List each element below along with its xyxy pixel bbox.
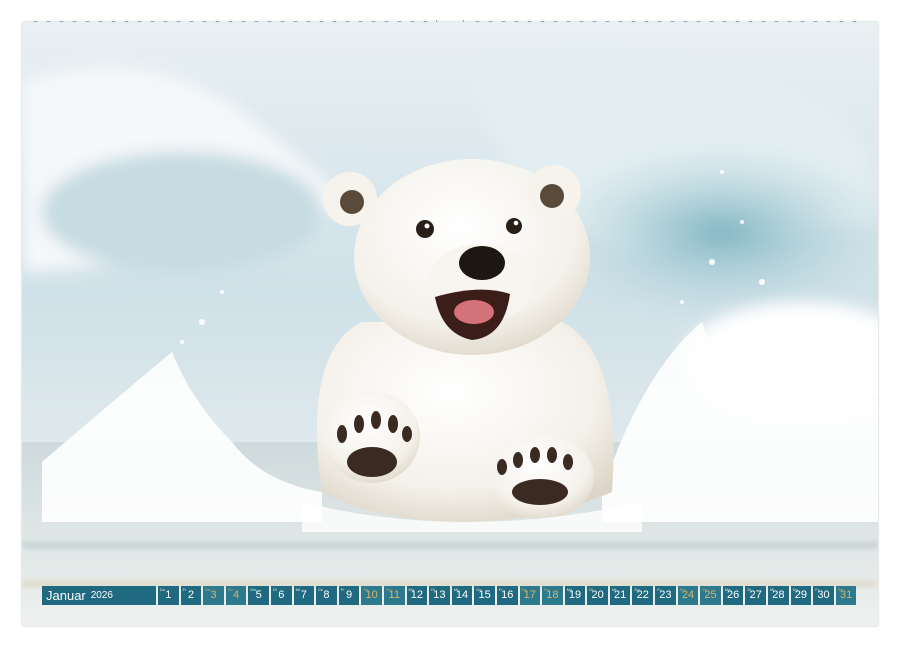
- weekday-label: Fr: [815, 587, 819, 592]
- day-cell: Fr 16: [496, 586, 518, 605]
- day-cell: Do 8: [316, 586, 337, 605]
- weekday-label: Mi: [770, 587, 775, 592]
- day-cell: Fr 2: [180, 586, 202, 605]
- day-cell: So 25: [700, 586, 721, 605]
- weekday-label: Sa: [837, 587, 843, 592]
- day-cell: Di 13: [429, 586, 450, 605]
- weekday-label: Di: [747, 587, 752, 592]
- day-cell: So 18: [542, 586, 563, 605]
- weekday-label: Sa: [521, 587, 527, 592]
- weekday-label: So: [385, 587, 391, 592]
- weekday-label: Di: [589, 587, 594, 592]
- day-cell: Do 15: [474, 586, 495, 605]
- day-cell: Di 6: [270, 586, 292, 605]
- day-cell: Mo 19: [564, 586, 586, 605]
- weekday-label: Mi: [611, 587, 617, 592]
- month-year: 2026: [90, 590, 113, 601]
- polar-bear-cub-illustration: [22, 22, 878, 626]
- weekday-label: Mo: [408, 587, 415, 592]
- weekday-label: Fr: [182, 587, 187, 592]
- weekday-label: Fr: [657, 587, 661, 592]
- calendar-strip: Januar 2026 Do 1 Fr 2 Sa 3 So 4 Mo 5 Di 6 Mi 7 Do 8 Fr 9 S…: [42, 586, 857, 605]
- day-cell: Mi 21: [609, 586, 631, 605]
- weekday-label: Mo: [566, 587, 573, 592]
- day-cell: Fr 23: [655, 586, 676, 605]
- day-cell: Fr 9: [338, 586, 360, 605]
- weekday-label: Sa: [679, 587, 685, 592]
- day-cell: Mi 14: [451, 586, 473, 605]
- day-cell: Mi 7: [293, 586, 315, 605]
- weekday-label: Di: [272, 587, 277, 592]
- weekday-label: Do: [318, 587, 324, 592]
- weekday-label: So: [702, 587, 708, 592]
- day-cell: Mo 12: [406, 586, 428, 605]
- weekday-label: Mo: [250, 587, 256, 592]
- weekday-label: Di: [431, 587, 435, 592]
- day-cell: Sa 24: [677, 586, 699, 605]
- day-cell: Do 22: [632, 586, 654, 605]
- weekday-label: So: [227, 587, 233, 592]
- weekday-label: Fr: [340, 587, 345, 592]
- day-cell: Sa 17: [519, 586, 541, 605]
- weekday-label: Mi: [453, 587, 458, 592]
- weekday-label: Sa: [363, 587, 369, 592]
- weekday-label: Mo: [724, 587, 731, 592]
- day-cell: So 4: [225, 586, 247, 605]
- weekday-label: Do: [160, 587, 166, 592]
- day-cell: Mo 26: [722, 586, 744, 605]
- day-cell: Sa 3: [203, 586, 224, 605]
- day-cell: So 11: [383, 586, 405, 605]
- weekday-label: Do: [792, 587, 798, 592]
- day-cell: Do 29: [790, 586, 812, 605]
- day-cell: Mi 28: [768, 586, 789, 605]
- day-cell: Fr 30: [813, 586, 834, 605]
- weekday-label: Mi: [295, 587, 300, 592]
- day-cell: Sa 10: [361, 586, 382, 605]
- weekday-label: Do: [476, 587, 482, 592]
- day-cell: Di 27: [745, 586, 767, 605]
- month-label: Januar 2026: [42, 586, 156, 605]
- weekday-label: Do: [634, 587, 640, 592]
- polar-bear-photo: [22, 22, 878, 626]
- weekday-label: So: [544, 587, 549, 592]
- weekday-label: Fr: [498, 587, 503, 592]
- weekday-label: Sa: [205, 587, 211, 592]
- day-cell: Do 1: [158, 586, 179, 605]
- month-name: Januar: [46, 588, 86, 603]
- day-cell: Sa 31: [835, 586, 857, 605]
- day-cell: Di 20: [587, 586, 608, 605]
- day-cell: Mo 5: [248, 586, 269, 605]
